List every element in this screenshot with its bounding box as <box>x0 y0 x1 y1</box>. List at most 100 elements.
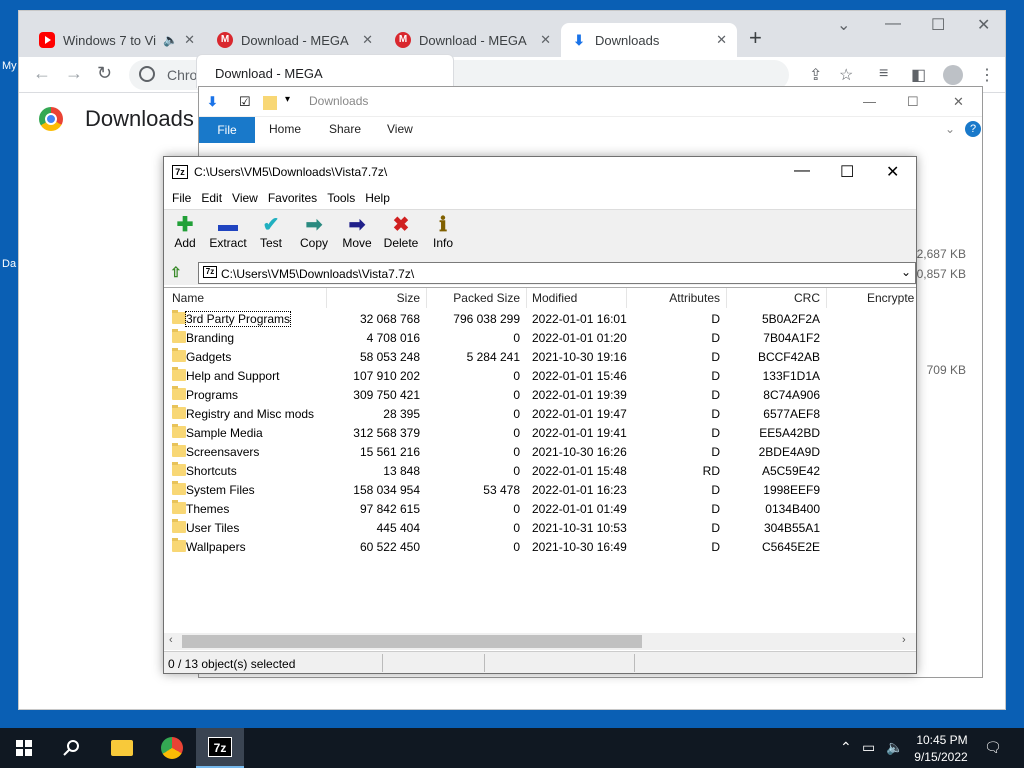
close-icon[interactable]: ✕ <box>540 32 551 48</box>
tab-mega-1[interactable]: M Download - MEGA ✕ <box>207 23 383 57</box>
column-attributes[interactable]: Attributes <box>626 291 720 305</box>
ribbon-tab-share[interactable]: Share <box>329 122 361 136</box>
chevron-up-icon[interactable]: ⌃ <box>840 739 852 756</box>
packed-size: 0 <box>513 521 520 535</box>
move-button[interactable]: ➡ Move <box>340 214 374 250</box>
menu-tools[interactable]: Tools <box>327 187 363 209</box>
new-tab-icon[interactable]: + <box>749 25 762 51</box>
network-icon[interactable]: ▭ <box>862 739 875 756</box>
file-size: 15 561 216 <box>359 445 420 459</box>
tab-youtube[interactable]: Windows 7 to Vi 🔈 ✕ <box>29 23 205 57</box>
menu-view[interactable]: View <box>232 187 266 209</box>
file-size: 309 750 421 <box>353 388 420 402</box>
close-icon[interactable]: ✕ <box>184 32 195 48</box>
maximize-icon[interactable]: ☐ <box>840 162 854 182</box>
modified-date: 2022-01-01 15:46 <box>532 369 627 383</box>
file-list[interactable]: Name Size Packed Size Modified Attribute… <box>164 287 916 633</box>
close-icon[interactable]: ✕ <box>362 32 373 48</box>
new-folder-icon[interactable] <box>263 96 277 110</box>
attributes: D <box>711 312 720 326</box>
volume-icon[interactable]: 🔈 <box>886 739 903 756</box>
properties-icon[interactable]: ☑ <box>239 94 251 110</box>
close-icon[interactable]: ✕ <box>716 32 727 48</box>
delete-button[interactable]: ✖ Delete <box>382 214 420 250</box>
table-row[interactable]: Screensavers 15 561 216 0 2021-10-30 16:26 D… <box>164 443 916 462</box>
side-panel-icon[interactable]: ◧ <box>911 65 926 85</box>
table-row[interactable]: Shortcuts 13 848 0 2022-01-01 15:48 RD A5C59E… <box>164 462 916 481</box>
column-name[interactable]: Name <box>172 291 204 305</box>
table-row[interactable]: Gadgets 58 053 248 5 284 241 2021-10-30 19:… <box>164 348 916 367</box>
scroll-thumb[interactable] <box>182 635 642 648</box>
reload-icon[interactable]: ↻ <box>97 63 112 84</box>
table-row[interactable]: Registry and Misc mods 28 395 0 2022-01-01 … <box>164 405 916 424</box>
close-icon[interactable]: ✕ <box>886 162 899 182</box>
share-icon[interactable]: ⇪ <box>809 65 822 85</box>
tab-downloads[interactable]: ⬇ Downloads ✕ <box>561 23 737 57</box>
column-size[interactable]: Size <box>326 291 420 305</box>
menu-icon[interactable]: ⋮ <box>979 65 995 85</box>
table-row[interactable]: Help and Support 107 910 202 0 2022-01-01 1… <box>164 367 916 386</box>
minimize-icon[interactable]: — <box>885 15 901 33</box>
media-control-icon[interactable]: ≡ <box>879 65 888 83</box>
column-modified[interactable]: Modified <box>532 291 577 305</box>
address-input[interactable]: 7z C:\Users\VM5\Downloads\Vista7.7z\ ⌄ <box>198 262 916 284</box>
extract-button[interactable]: ▬ Extract <box>208 214 248 250</box>
folder-icon <box>172 329 186 343</box>
minimize-icon[interactable]: — <box>863 94 876 109</box>
chevron-down-icon[interactable]: ⌄ <box>945 122 955 136</box>
chevron-down-icon[interactable]: ⌄ <box>901 265 911 279</box>
file-name: Branding <box>186 331 235 345</box>
notification-icon[interactable]: 🗨 <box>984 739 1002 756</box>
taskbar-file-explorer[interactable] <box>98 728 146 768</box>
table-row[interactable]: Branding 4 708 016 0 2022-01-01 01:20 D 7B04A… <box>164 329 916 348</box>
ribbon-tab-view[interactable]: View <box>387 122 413 136</box>
minimize-icon[interactable]: — <box>794 162 810 180</box>
horizontal-scrollbar[interactable]: ‹ › <box>164 633 916 650</box>
speaker-icon[interactable]: 🔈 <box>163 33 178 47</box>
menu-favorites[interactable]: Favorites <box>268 187 325 209</box>
column-packed-size[interactable]: Packed Size <box>426 291 520 305</box>
tab-mega-2[interactable]: M Download - MEGA ✕ <box>385 23 561 57</box>
chevron-down-icon[interactable]: ▾ <box>285 94 290 105</box>
close-icon[interactable]: ✕ <box>953 94 964 110</box>
taskbar-chrome[interactable] <box>148 728 196 768</box>
scroll-right-icon[interactable]: › <box>902 634 906 646</box>
table-row[interactable]: Wallpapers 60 522 450 0 2021-10-30 16:49 D C5… <box>164 538 916 557</box>
add-button[interactable]: ✚ Add <box>172 214 198 250</box>
copy-button[interactable]: ➡ Copy <box>298 214 330 250</box>
table-row[interactable]: System Files 158 034 954 53 478 2022-01-01 … <box>164 481 916 500</box>
info-button[interactable]: ℹ Info <box>430 214 456 250</box>
back-icon[interactable]: ← <box>33 63 51 84</box>
menu-help[interactable]: Help <box>365 187 398 209</box>
column-crc[interactable]: CRC <box>726 291 820 305</box>
maximize-icon[interactable]: ☐ <box>907 94 919 110</box>
menu-file[interactable]: File <box>172 187 199 209</box>
start-button[interactable] <box>0 728 48 768</box>
folder-up-icon[interactable]: ⇧ <box>170 264 182 281</box>
table-row[interactable]: Programs 309 750 421 0 2022-01-01 19:39 D 8C7… <box>164 386 916 405</box>
help-icon[interactable]: ? <box>965 121 981 137</box>
ribbon-tab-file[interactable]: File <box>199 117 255 143</box>
search-button[interactable] <box>48 728 96 768</box>
table-row[interactable]: 3rd Party Programs 32 068 768 796 038 299 2… <box>164 310 916 329</box>
taskbar: 7z ⌃ ▭ 🔈 10:45 PM 9/15/2022 🗨 <box>0 728 1024 768</box>
close-window-icon[interactable]: ✕ <box>977 15 990 35</box>
maximize-icon[interactable]: ☐ <box>931 15 945 35</box>
ribbon-tab-home[interactable]: Home <box>269 122 301 136</box>
test-button[interactable]: ✔ Test <box>258 214 284 250</box>
scroll-left-icon[interactable]: ‹ <box>169 634 173 646</box>
bookmark-star-icon[interactable]: ☆ <box>839 65 853 85</box>
taskbar-7zip[interactable]: 7z <box>196 728 244 768</box>
table-row[interactable]: Sample Media 312 568 379 0 2022-01-01 19:41… <box>164 424 916 443</box>
clock-time[interactable]: 10:45 PM <box>912 733 972 747</box>
column-encrypted[interactable]: Encrypte <box>867 291 914 305</box>
clock-date[interactable]: 9/15/2022 <box>906 750 976 764</box>
table-row[interactable]: Themes 97 842 615 0 2022-01-01 01:49 D 0134B4… <box>164 500 916 519</box>
forward-icon[interactable]: → <box>65 63 83 84</box>
column-divider[interactable] <box>526 288 527 308</box>
tab-search-icon[interactable]: ⌄ <box>837 15 850 35</box>
table-row[interactable]: User Tiles 445 404 0 2021-10-31 10:53 D 304B5… <box>164 519 916 538</box>
column-divider[interactable] <box>826 288 827 308</box>
profile-avatar[interactable] <box>943 65 963 85</box>
menu-edit[interactable]: Edit <box>201 187 230 209</box>
